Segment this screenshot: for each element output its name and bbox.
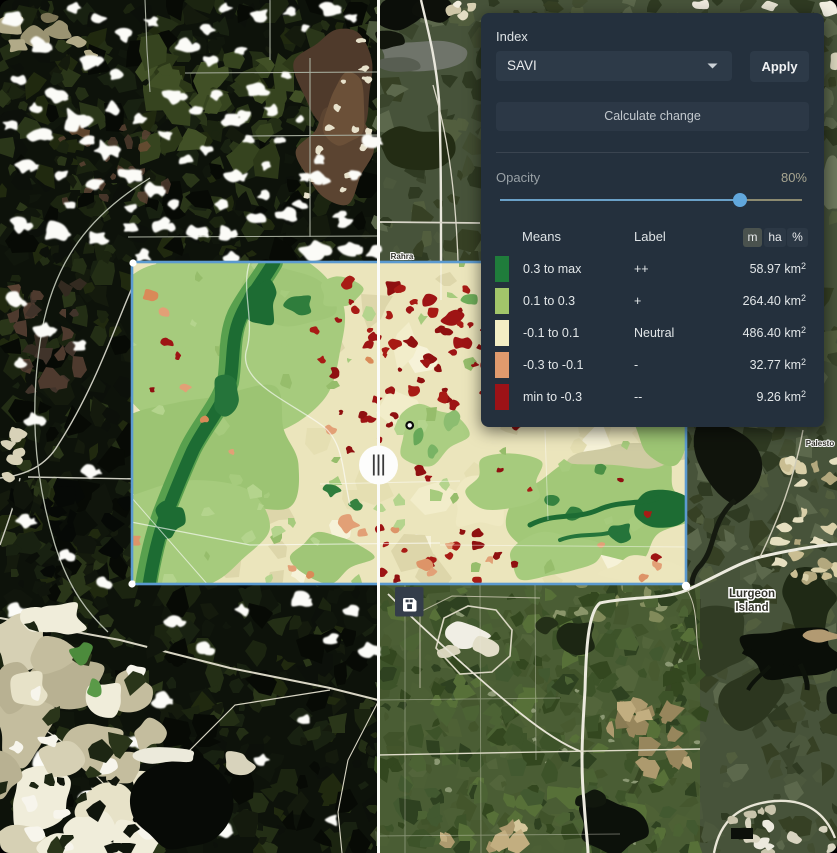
svg-text:Lurgeon: Lurgeon <box>729 588 775 600</box>
svg-text:Rahra: Rahra <box>391 252 414 261</box>
svg-text:Island: Island <box>735 602 768 614</box>
svg-text:Palesto: Palesto <box>806 439 835 448</box>
